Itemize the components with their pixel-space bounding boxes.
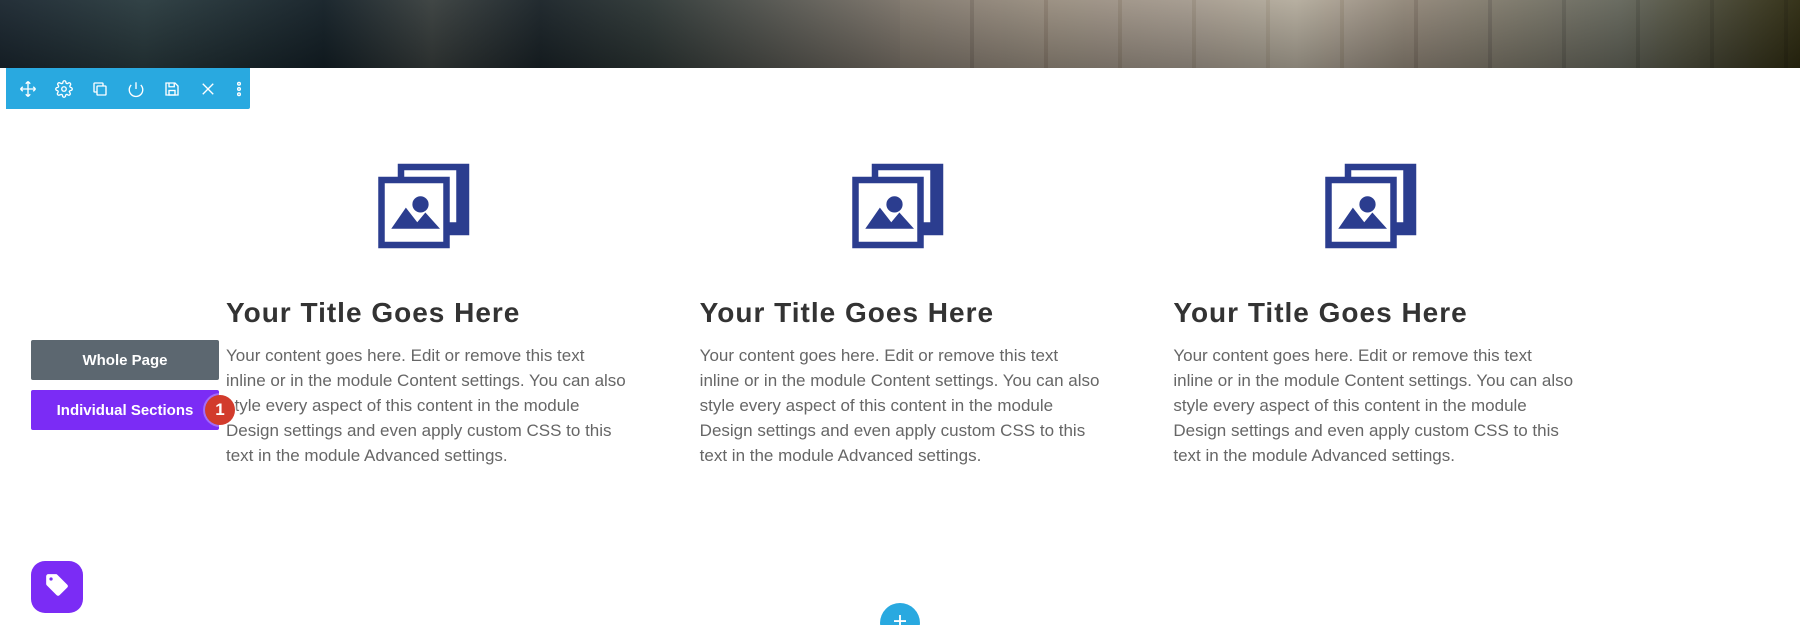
step-badge: 1 (205, 395, 235, 425)
image-stack-icon (226, 151, 628, 261)
image-stack-icon (700, 151, 1102, 261)
content-row: Your Title Goes Here Your content goes h… (226, 145, 1575, 468)
move-icon[interactable] (14, 75, 42, 103)
blurb-body[interactable]: Your content goes here. Edit or remove t… (1173, 343, 1575, 468)
blurb-title[interactable]: Your Title Goes Here (226, 297, 628, 329)
blurb-title[interactable]: Your Title Goes Here (1173, 297, 1575, 329)
hero-background (0, 0, 1800, 68)
ticket-icon (44, 572, 70, 603)
power-icon[interactable] (122, 75, 150, 103)
add-section-button[interactable] (880, 603, 920, 625)
blurb-module[interactable]: Your Title Goes Here Your content goes h… (226, 145, 628, 468)
plus-icon (891, 612, 909, 625)
ticket-button[interactable] (31, 561, 83, 613)
gear-icon[interactable] (50, 75, 78, 103)
close-icon[interactable] (194, 75, 222, 103)
save-icon[interactable] (158, 75, 186, 103)
individual-sections-button[interactable]: Individual Sections 1 (31, 390, 219, 430)
image-stack-icon (1173, 151, 1575, 261)
blurb-body[interactable]: Your content goes here. Edit or remove t… (700, 343, 1102, 468)
blurb-module[interactable]: Your Title Goes Here Your content goes h… (700, 145, 1102, 468)
duplicate-icon[interactable] (86, 75, 114, 103)
section-toolbar (6, 68, 250, 109)
blurb-module[interactable]: Your Title Goes Here Your content goes h… (1173, 145, 1575, 468)
more-icon[interactable] (230, 75, 248, 103)
blurb-body[interactable]: Your content goes here. Edit or remove t… (226, 343, 628, 468)
individual-sections-label: Individual Sections (57, 402, 194, 419)
whole-page-button[interactable]: Whole Page (31, 340, 219, 380)
side-tabs: Whole Page Individual Sections 1 (31, 340, 219, 430)
whole-page-label: Whole Page (82, 352, 167, 369)
blurb-title[interactable]: Your Title Goes Here (700, 297, 1102, 329)
